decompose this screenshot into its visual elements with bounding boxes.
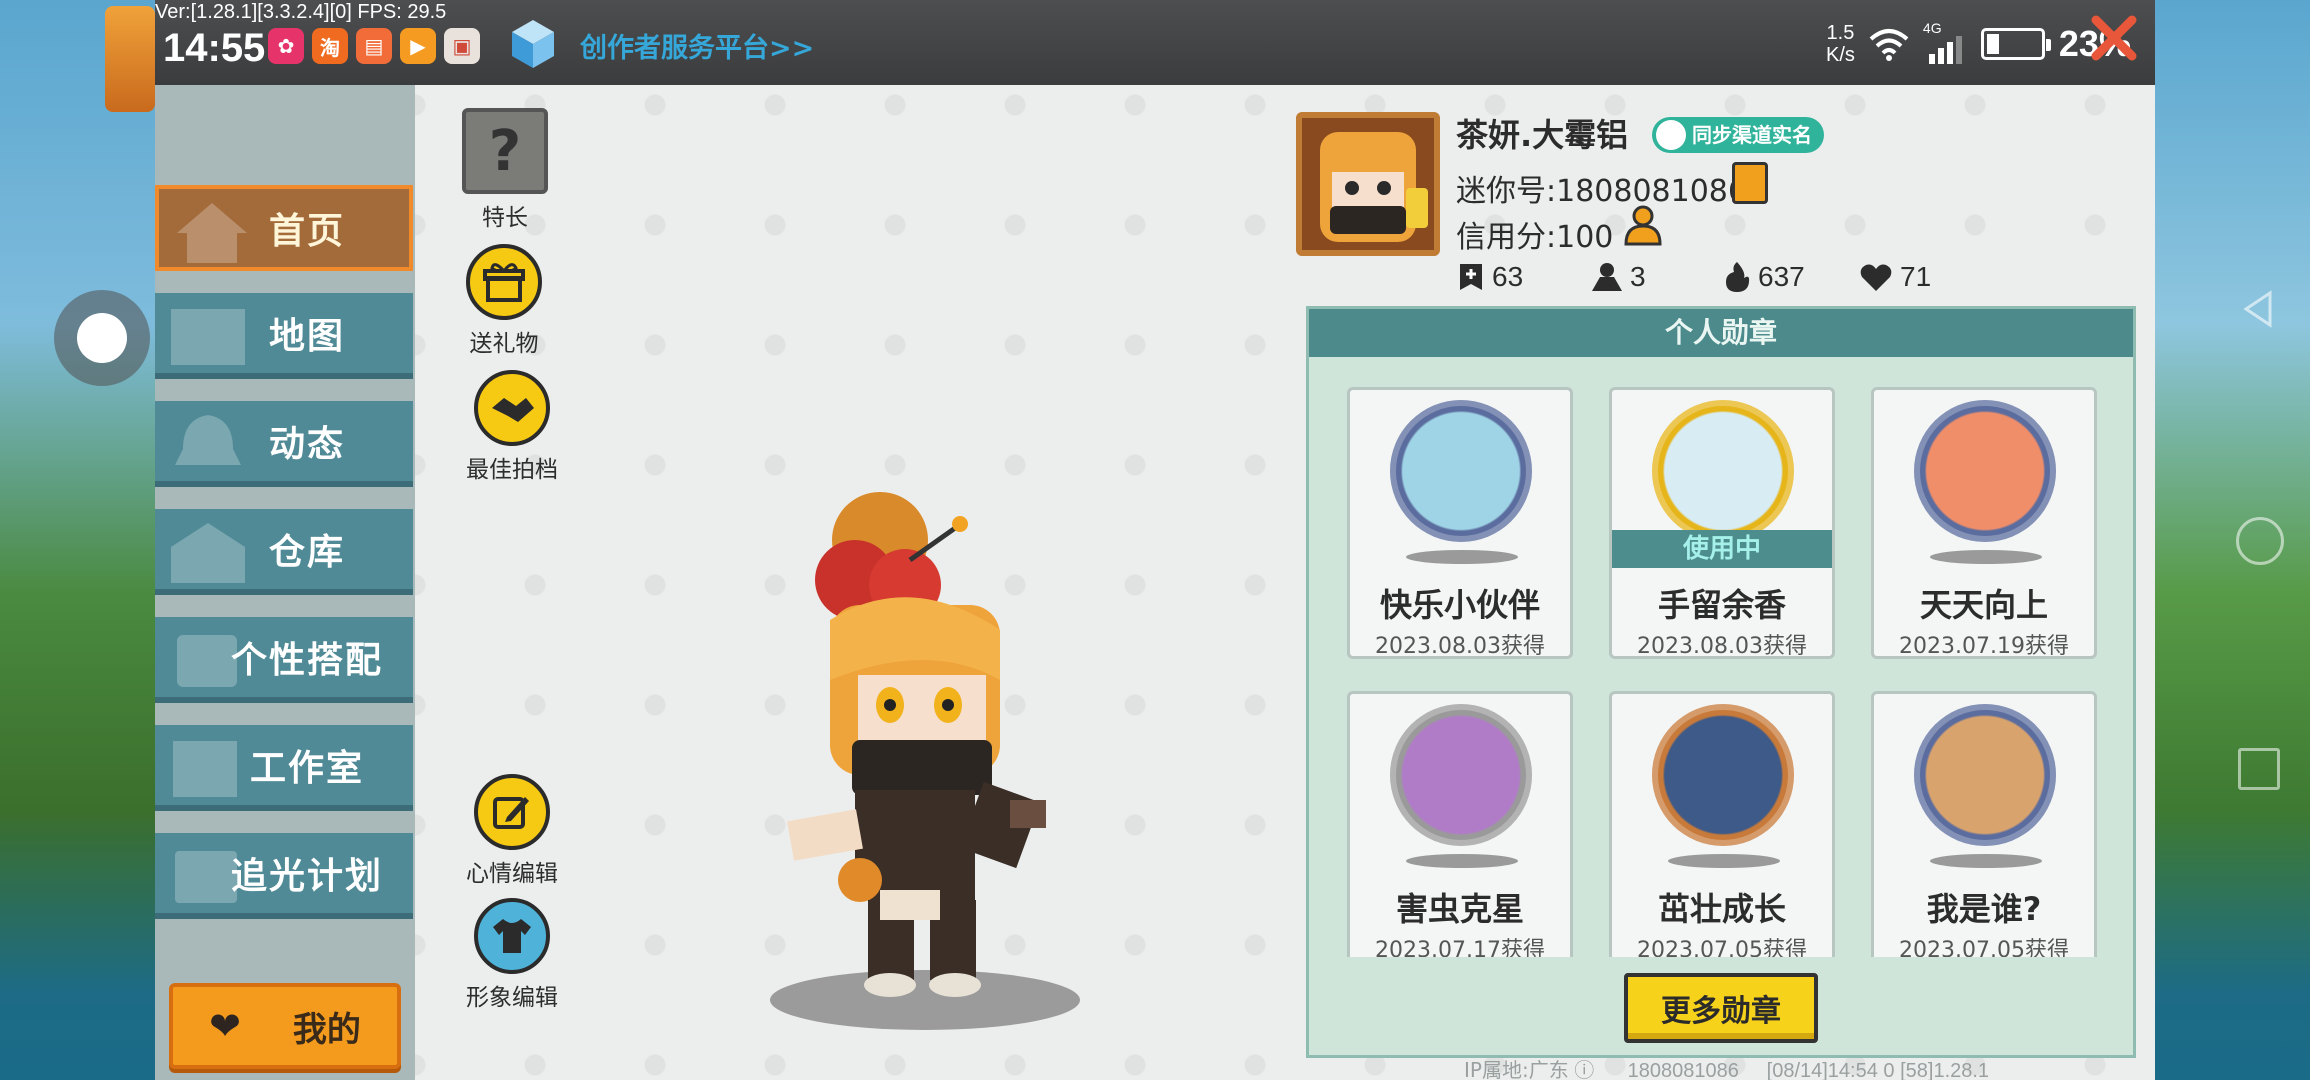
medal-card[interactable]: 害虫克星 2023.07.17获得 bbox=[1347, 691, 1573, 957]
mini-id: 迷你号:1808081086 bbox=[1456, 174, 1747, 209]
notification-icons: ✿ 淘 ▤ ▶ ▣ bbox=[268, 28, 480, 64]
sidebar-item-outfit[interactable]: 个性搭配 bbox=[155, 617, 413, 703]
wifi-icon bbox=[1869, 29, 1909, 61]
medal-who-am-i-icon bbox=[1914, 704, 2056, 846]
medal-card[interactable]: 快乐小伙伴 2023.08.03获得 bbox=[1347, 387, 1573, 659]
medals-grid: 快乐小伙伴 2023.08.03获得 使用中 手留余香 2023.08.03获得… bbox=[1309, 357, 2133, 957]
medal-card[interactable]: 我是谁? 2023.07.05获得 bbox=[1871, 691, 2097, 957]
profile-stats: 63 3 637 71 bbox=[1456, 260, 1931, 294]
nav-home-icon[interactable] bbox=[2236, 517, 2284, 565]
handshake-icon bbox=[474, 370, 550, 446]
sync-realname-badge[interactable]: 同步渠道实名 bbox=[1652, 117, 1824, 153]
warehouse-icon bbox=[171, 523, 245, 583]
stat-followers[interactable]: 3 bbox=[1590, 260, 1722, 294]
debug-info: Ver:[1.28.1][3.3.2.4][0] FPS: 29.5 bbox=[155, 1, 447, 23]
app-taobao-icon: 淘 bbox=[312, 28, 348, 64]
follower-icon bbox=[1592, 263, 1622, 291]
medal-pest-buster-icon bbox=[1390, 704, 1532, 846]
user-check-icon bbox=[1656, 120, 1686, 150]
add-post-icon bbox=[1460, 264, 1482, 290]
bell-icon bbox=[175, 415, 241, 465]
system-indicators: 1.5 K/s 4G 23% bbox=[1826, 20, 2131, 66]
info-icon: ⓘ bbox=[1574, 1060, 1595, 1080]
network-speed: 1.5 K/s bbox=[1826, 22, 1855, 66]
app-gift-icon: ▣ bbox=[444, 28, 480, 64]
edit-icon bbox=[474, 774, 550, 850]
stat-posts[interactable]: 63 bbox=[1456, 260, 1590, 294]
nav-back-icon[interactable] bbox=[2236, 287, 2280, 331]
personal-medals-panel: 个人勋章 快乐小伙伴 2023.08.03获得 使用中 手留余香 2023.08… bbox=[1306, 306, 2136, 1058]
send-gift-button[interactable]: 送礼物 bbox=[466, 244, 542, 358]
app-red-icon: ✿ bbox=[268, 28, 304, 64]
heart-icon bbox=[1860, 264, 1892, 291]
player-name: 茶妍.大霉铝 bbox=[1456, 116, 1629, 154]
medals-title: 个人勋章 bbox=[1309, 309, 2133, 357]
medal-card[interactable]: 茁壮成长 2023.07.05获得 bbox=[1609, 691, 1835, 957]
more-medals-button[interactable]: 更多勋章 bbox=[1624, 973, 1818, 1043]
credit-score: 信用分:100 bbox=[1456, 220, 1614, 255]
sidebar-item-studio[interactable]: 工作室 bbox=[155, 725, 413, 811]
mine-button[interactable]: ❤ 我的 bbox=[169, 983, 401, 1069]
stat-popularity[interactable]: 637 bbox=[1722, 260, 1858, 294]
sidebar-item-home[interactable]: 首页 bbox=[155, 185, 413, 271]
app-video-icon: ▶ bbox=[400, 28, 436, 64]
stat-likes[interactable]: 71 bbox=[1858, 260, 1931, 294]
footer-log: [08/14]14:54 0 [58]1.28.1 bbox=[1766, 1060, 1990, 1080]
map-icon bbox=[171, 309, 245, 365]
nav-recent-icon[interactable] bbox=[2238, 748, 2280, 790]
in-use-badge: 使用中 bbox=[1612, 530, 1832, 568]
player-character[interactable] bbox=[760, 470, 1140, 1040]
top-avatar-thumbnail bbox=[105, 6, 155, 112]
close-icon[interactable] bbox=[2088, 12, 2140, 64]
copy-icon[interactable] bbox=[1732, 162, 1768, 204]
fire-icon bbox=[1726, 262, 1750, 292]
medal-happy-friends-icon bbox=[1390, 400, 1532, 542]
app-book-icon: ▤ bbox=[356, 28, 392, 64]
battery-level bbox=[1986, 34, 1999, 54]
medal-lingering-fragrance-icon bbox=[1652, 400, 1794, 542]
assistive-touch-button[interactable] bbox=[54, 290, 150, 386]
medal-growing-strong-icon bbox=[1652, 704, 1794, 846]
specialty-button[interactable]: ? 特长 bbox=[462, 108, 548, 232]
best-partner-button[interactable]: 最佳拍档 bbox=[466, 370, 558, 484]
question-box-icon: ? bbox=[462, 108, 548, 194]
game-backdrop-right bbox=[2155, 0, 2310, 1080]
gift-icon bbox=[466, 244, 542, 320]
sidebar: 首页 地图 动态 仓库 个性搭配 工作室 追光计划 ❤ 我的 bbox=[155, 85, 415, 1080]
avatar-edit-button[interactable]: 形象编辑 bbox=[466, 898, 558, 1012]
heart-icon: ❤ bbox=[209, 1004, 241, 1048]
cell-signal-icon: 4G bbox=[1923, 20, 1967, 64]
creator-cube-icon[interactable] bbox=[510, 18, 556, 70]
shirt-icon bbox=[474, 898, 550, 974]
sidebar-item-feed[interactable]: 动态 bbox=[155, 401, 413, 487]
medal-card[interactable]: 天天向上 2023.07.19获得 bbox=[1871, 387, 2097, 659]
medal-daily-progress-icon bbox=[1914, 400, 2056, 542]
credit-user-icon[interactable] bbox=[1622, 204, 1664, 246]
footer-info: IP属地:广东 ⓘ 1808081086 [08/14]14:54 0 [58]… bbox=[1464, 1054, 1989, 1080]
studio-icon bbox=[173, 741, 237, 797]
footer-id: 1808081086 bbox=[1627, 1060, 1739, 1080]
game-backdrop-left bbox=[0, 0, 155, 1080]
ip-location: IP属地:广东 bbox=[1464, 1058, 1569, 1080]
avatar-portrait bbox=[1302, 118, 1434, 250]
mood-edit-button[interactable]: 心情编辑 bbox=[466, 774, 558, 888]
clock: 14:55 bbox=[163, 26, 266, 70]
battery-icon bbox=[1980, 28, 2051, 60]
sidebar-item-plan[interactable]: 追光计划 bbox=[155, 833, 413, 919]
profile-avatar[interactable] bbox=[1296, 112, 1440, 256]
medal-card[interactable]: 使用中 手留余香 2023.08.03获得 bbox=[1609, 387, 1835, 659]
house-icon bbox=[177, 203, 247, 263]
creator-platform-link[interactable]: 创作者服务平台>> bbox=[580, 26, 814, 65]
sidebar-item-warehouse[interactable]: 仓库 bbox=[155, 509, 413, 595]
sidebar-item-map[interactable]: 地图 bbox=[155, 293, 413, 379]
